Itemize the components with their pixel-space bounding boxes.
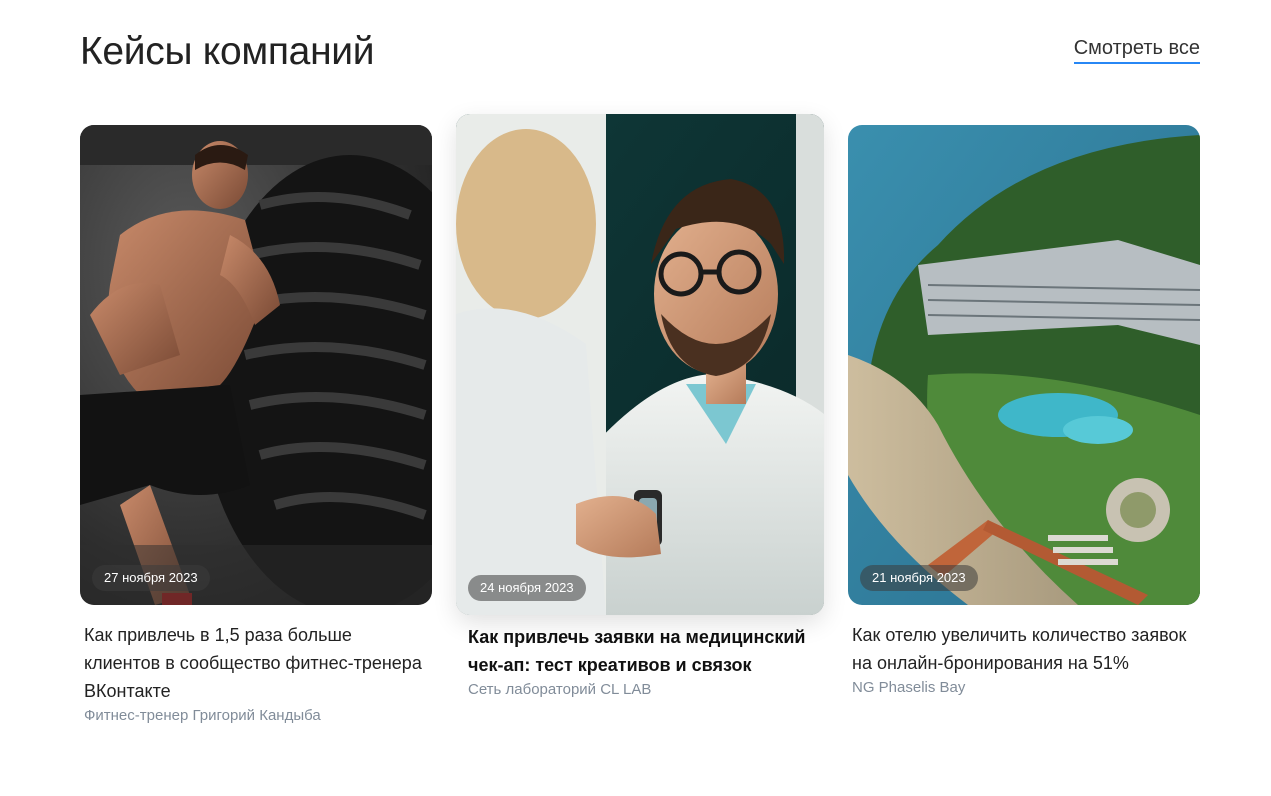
case-card-fitness[interactable]: 27 ноября 2023 Как привлечь в 1,5 раза б…: [80, 125, 432, 725]
date-badge: 24 ноября 2023: [468, 575, 586, 601]
date-badge: 21 ноября 2023: [860, 565, 978, 591]
case-image-fitness[interactable]: 27 ноября 2023: [80, 125, 432, 605]
page-title: Кейсы компаний: [80, 30, 375, 73]
case-title[interactable]: Как отелю увеличить количество заявок на…: [852, 621, 1192, 677]
case-title[interactable]: Как привлечь в 1,5 раза больше клиентов …: [84, 621, 424, 705]
case-card-hotel[interactable]: 21 ноября 2023 Как отелю увеличить колич…: [848, 125, 1200, 697]
doctor-photo: [456, 114, 824, 615]
case-company: Фитнес-тренер Григорий Кандыба: [84, 707, 321, 724]
see-all-link[interactable]: Смотреть все: [1073, 36, 1200, 64]
case-company: Сеть лабораторий CL LAB: [468, 681, 652, 698]
case-company: NG Phaselis Bay: [852, 679, 966, 696]
case-title[interactable]: Как привлечь заявки на медицинский чек-а…: [468, 623, 808, 679]
case-image-hotel[interactable]: 21 ноября 2023: [848, 125, 1200, 605]
resort-photo: [848, 125, 1200, 605]
date-badge: 27 ноября 2023: [92, 565, 210, 591]
case-card-medical[interactable]: 24 ноября 2023 Как привлечь заявки на ме…: [456, 114, 824, 699]
case-image-medical[interactable]: 24 ноября 2023: [456, 114, 824, 615]
fitness-photo: [80, 125, 432, 605]
